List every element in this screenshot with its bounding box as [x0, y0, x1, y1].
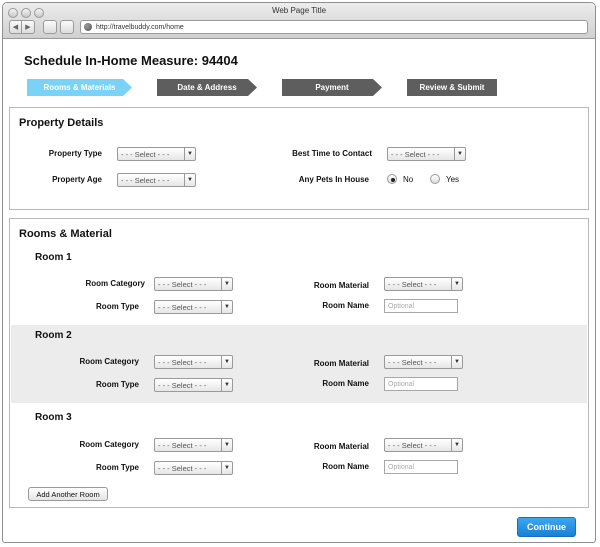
room-name-input[interactable]: Optional [384, 377, 458, 391]
continue-button[interactable]: Continue [517, 517, 576, 537]
room-name-label: Room Name [322, 379, 369, 388]
best-time-select[interactable]: - - - Select - - - ▼ [387, 147, 466, 161]
pets-label: Any Pets In House [298, 175, 369, 184]
property-type-label: Property Type [48, 149, 102, 158]
room-material-select[interactable]: - - - Select - - - ▼ [384, 277, 463, 291]
select-value: - - - Select - - - [158, 463, 207, 473]
select-value: - - - Select - - - [388, 357, 437, 367]
pets-yes-radio[interactable] [430, 174, 440, 184]
room-type-select[interactable]: - - - Select - - - ▼ [154, 461, 233, 475]
room-name-label: Room Name [322, 462, 369, 471]
chevron-down-icon: ▼ [451, 278, 462, 290]
room-category-select[interactable]: - - - Select - - - ▼ [154, 355, 233, 369]
back-button[interactable]: ◀ [9, 20, 22, 34]
step-review-submit[interactable]: Review & Submit [407, 79, 497, 96]
select-value: - - - Select - - - [388, 440, 437, 450]
property-age-select[interactable]: - - - Select - - - ▼ [117, 173, 196, 187]
best-time-label: Best Time to Contact [292, 149, 372, 158]
chevron-down-icon: ▼ [221, 462, 232, 474]
url-bar[interactable]: http://travelbuddy.com/home [80, 20, 588, 34]
step-payment[interactable]: Payment [282, 79, 382, 96]
property-age-label: Property Age [52, 175, 102, 184]
room-category-label: Room Category [79, 357, 139, 366]
property-type-select[interactable]: - - - Select - - - ▼ [117, 147, 196, 161]
step-label: Date & Address [177, 83, 237, 92]
page-title: Schedule In-Home Measure: 94404 [24, 53, 238, 68]
chevron-down-icon: ▼ [221, 301, 232, 313]
globe-icon [84, 23, 92, 31]
room-3-section: Room 3 Room Category - - - Select - - - … [11, 404, 587, 482]
room-type-label: Room Type [96, 380, 139, 389]
room-type-select[interactable]: - - - Select - - - ▼ [154, 300, 233, 314]
browser-window: Web Page Title ◀ ▶ http://travelbuddy.co… [2, 2, 596, 543]
chevron-down-icon: ▼ [221, 278, 232, 290]
chevron-down-icon: ▼ [451, 356, 462, 368]
pets-no-label: No [403, 175, 414, 184]
room-1-section: Room 1 Room Category - - - Select - - - … [11, 246, 587, 324]
step-date-address[interactable]: Date & Address [157, 79, 257, 96]
property-details-heading: Property Details [19, 117, 104, 129]
room-type-label: Room Type [96, 302, 139, 311]
room-material-label: Room Material [313, 442, 369, 451]
pets-yes-label: Yes [446, 175, 460, 184]
step-label: Payment [315, 83, 349, 92]
room-category-label: Room Category [85, 279, 145, 288]
room-type-select[interactable]: - - - Select - - - ▼ [154, 378, 233, 392]
room-category-select[interactable]: - - - Select - - - ▼ [154, 277, 233, 291]
room-type-label: Room Type [96, 463, 139, 472]
select-value: - - - Select - - - [121, 149, 170, 159]
room-name-label: Room Name [322, 301, 369, 310]
select-value: - - - Select - - - [158, 302, 207, 312]
select-value: - - - Select - - - [158, 279, 207, 289]
room-2-section: Room 2 Room Category - - - Select - - - … [11, 325, 587, 403]
property-details-panel: Property Details Property Type - - - Sel… [9, 107, 589, 210]
rooms-material-heading: Rooms & Material [19, 228, 112, 240]
input-placeholder: Optional [388, 302, 415, 310]
select-value: - - - Select - - - [121, 175, 170, 185]
chevron-down-icon: ▼ [451, 439, 462, 451]
pets-no-radio[interactable] [387, 174, 397, 184]
chevron-down-icon: ▼ [184, 174, 195, 186]
select-value: - - - Select - - - [388, 279, 437, 289]
select-value: - - - Select - - - [158, 380, 207, 390]
select-value: - - - Select - - - [158, 440, 207, 450]
browser-titlebar: Web Page Title ◀ ▶ http://travelbuddy.co… [3, 3, 595, 39]
share-button[interactable] [60, 20, 74, 34]
chevron-down-icon: ▼ [221, 439, 232, 451]
input-placeholder: Optional [388, 463, 415, 471]
room-title: Room 1 [35, 252, 72, 263]
select-value: - - - Select - - - [391, 149, 440, 159]
room-material-label: Room Material [313, 281, 369, 290]
chevron-down-icon: ▼ [221, 379, 232, 391]
rooms-material-panel: Rooms & Material Room 1 Room Category - … [9, 218, 589, 508]
room-title: Room 2 [35, 330, 72, 341]
chevron-down-icon: ▼ [454, 148, 465, 160]
forward-arrow-icon: ▶ [25, 24, 31, 31]
room-material-select[interactable]: - - - Select - - - ▼ [384, 355, 463, 369]
step-label: Rooms & Materials [43, 83, 116, 92]
room-material-select[interactable]: - - - Select - - - ▼ [384, 438, 463, 452]
room-category-select[interactable]: - - - Select - - - ▼ [154, 438, 233, 452]
chevron-down-icon: ▼ [221, 356, 232, 368]
back-arrow-icon: ◀ [12, 24, 19, 31]
window-title: Web Page Title [271, 6, 327, 15]
input-placeholder: Optional [388, 380, 415, 388]
reload-button[interactable] [43, 20, 57, 34]
url-text: http://travelbuddy.com/home [96, 23, 184, 31]
room-title: Room 3 [35, 412, 72, 423]
room-name-input[interactable]: Optional [384, 460, 458, 474]
room-category-label: Room Category [79, 440, 139, 449]
chevron-down-icon: ▼ [184, 148, 195, 160]
step-label: Review & Submit [419, 83, 485, 92]
room-name-input[interactable]: Optional [384, 299, 458, 313]
step-rooms-materials[interactable]: Rooms & Materials [27, 79, 132, 96]
select-value: - - - Select - - - [158, 357, 207, 367]
room-material-label: Room Material [313, 359, 369, 368]
add-another-room-button[interactable]: Add Another Room [28, 487, 108, 501]
forward-button[interactable]: ▶ [22, 20, 35, 34]
